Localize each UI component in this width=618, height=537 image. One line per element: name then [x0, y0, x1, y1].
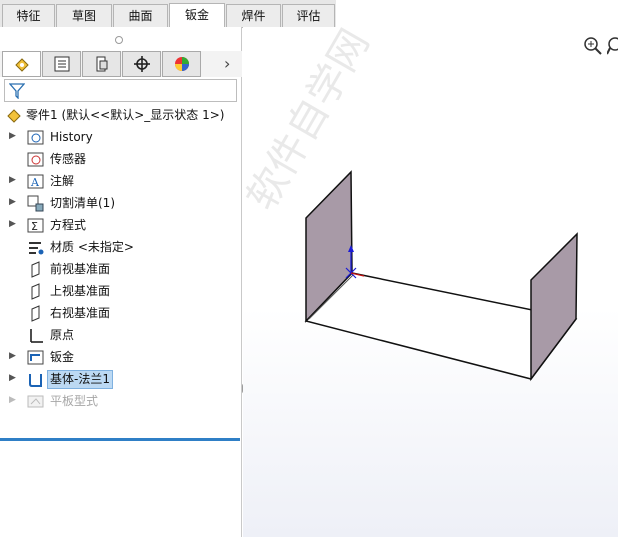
tree-item-label: 平板型式: [50, 394, 99, 408]
plane-icon: [27, 261, 45, 278]
tree-item-label: 前视基准面: [50, 262, 111, 276]
tab-evaluate[interactable]: 评估: [282, 4, 335, 27]
cut-list-icon: [27, 195, 45, 212]
property-manager-tab[interactable]: [42, 51, 81, 77]
property-manager-icon: [54, 56, 69, 72]
chevron-right-icon[interactable]: ›: [224, 54, 230, 73]
tree-item-equations[interactable]: ▶ Σ 方程式: [0, 215, 240, 236]
tab-surfaces[interactable]: 曲面: [113, 4, 168, 27]
tree-item-label: 传感器: [50, 152, 87, 166]
tree-item-label: 原点: [50, 328, 75, 342]
expand-arrow-icon[interactable]: ▶: [9, 395, 16, 405]
svg-text:Σ: Σ: [31, 220, 38, 233]
tree-item-label: 方程式: [50, 218, 87, 232]
expand-arrow-icon[interactable]: ▶: [9, 175, 16, 185]
tree-item-label: 基体-法兰1: [47, 370, 113, 389]
tree-item-flat-pattern[interactable]: ▶ 平板型式: [0, 391, 240, 412]
tab-sketch[interactable]: 草图: [56, 4, 112, 27]
tree-item-material[interactable]: 材质 <未指定>: [0, 237, 240, 258]
tree-item-label: History: [50, 130, 93, 144]
tree-item-label: 材质 <未指定>: [50, 240, 134, 254]
right-flange-wall: [530, 232, 578, 382]
panel-grip[interactable]: [115, 36, 123, 44]
tree-item-label: 上视基准面: [50, 284, 111, 298]
flat-pattern-icon: [27, 393, 45, 410]
dimxpert-tab[interactable]: [122, 51, 161, 77]
plane-icon: [27, 283, 45, 300]
tree-item-right-plane[interactable]: 右视基准面: [0, 303, 240, 324]
rollback-bar[interactable]: [0, 438, 240, 441]
tree-filter-input[interactable]: [4, 79, 237, 102]
plane-icon: [27, 305, 45, 322]
tab-sheet-metal[interactable]: 钣金: [169, 3, 225, 28]
panel-tab-bar: ›: [0, 51, 242, 77]
origin-icon: [27, 327, 45, 344]
tab-weldments[interactable]: 焊件: [226, 4, 281, 27]
dimxpert-icon: [133, 56, 150, 72]
tree-root-label: 零件1 (默认<<默认>_显示状态 1>): [26, 108, 225, 122]
tree-item-label: 切割清单(1): [50, 196, 115, 210]
annotation-icon: A: [27, 173, 45, 190]
tree-item-front-plane[interactable]: 前视基准面: [0, 259, 240, 280]
material-icon: [27, 239, 45, 256]
expand-arrow-icon[interactable]: ▶: [9, 351, 16, 361]
tree-item-sensors[interactable]: 传感器: [0, 149, 240, 170]
expand-arrow-icon[interactable]: ▶: [9, 197, 16, 207]
expand-arrow-icon[interactable]: ▶: [9, 131, 16, 141]
svg-text:A: A: [30, 176, 40, 189]
feature-manager-tab[interactable]: [2, 51, 41, 77]
sheet-metal-icon: [27, 349, 45, 366]
configuration-manager-icon: [96, 56, 107, 72]
feature-manager-panel: › 零件1 (默认<<默认>_显示状态 1>) ▶ History 传感器 ▶ …: [0, 27, 242, 537]
tree-item-history[interactable]: ▶ History: [0, 127, 240, 148]
display-manager-tab[interactable]: [162, 51, 201, 77]
configuration-manager-tab[interactable]: [82, 51, 121, 77]
expand-arrow-icon[interactable]: ▶: [9, 219, 16, 229]
tree-item-label: 钣金: [50, 350, 75, 364]
history-icon: [27, 129, 45, 146]
tree-item-base-flange[interactable]: ▶ 基体-法兰1: [0, 369, 240, 390]
tree-item-annotations[interactable]: ▶ A 注解: [0, 171, 240, 192]
filter-icon: [9, 83, 25, 99]
model-view[interactable]: [243, 27, 618, 537]
part-icon: [5, 107, 23, 124]
tree-root-part[interactable]: 零件1 (默认<<默认>_显示状态 1>): [0, 105, 240, 126]
sensor-icon: [27, 151, 45, 168]
equation-icon: Σ: [27, 217, 45, 234]
tab-features[interactable]: 特征: [2, 4, 55, 27]
tree-item-origin[interactable]: 原点: [0, 325, 240, 346]
tree-item-cut-list[interactable]: ▶ 切割清单(1): [0, 193, 240, 214]
graphics-area[interactable]: [243, 27, 618, 537]
feature-manager-icon: [14, 58, 29, 72]
tree-item-label: 注解: [50, 174, 75, 188]
tree-item-sheet-metal[interactable]: ▶ 钣金: [0, 347, 240, 368]
tree-item-label: 右视基准面: [50, 306, 111, 320]
base-flange-icon: [27, 371, 45, 388]
expand-arrow-icon[interactable]: ▶: [9, 373, 16, 383]
display-manager-icon: [174, 57, 189, 71]
tree-item-top-plane[interactable]: 上视基准面: [0, 281, 240, 302]
